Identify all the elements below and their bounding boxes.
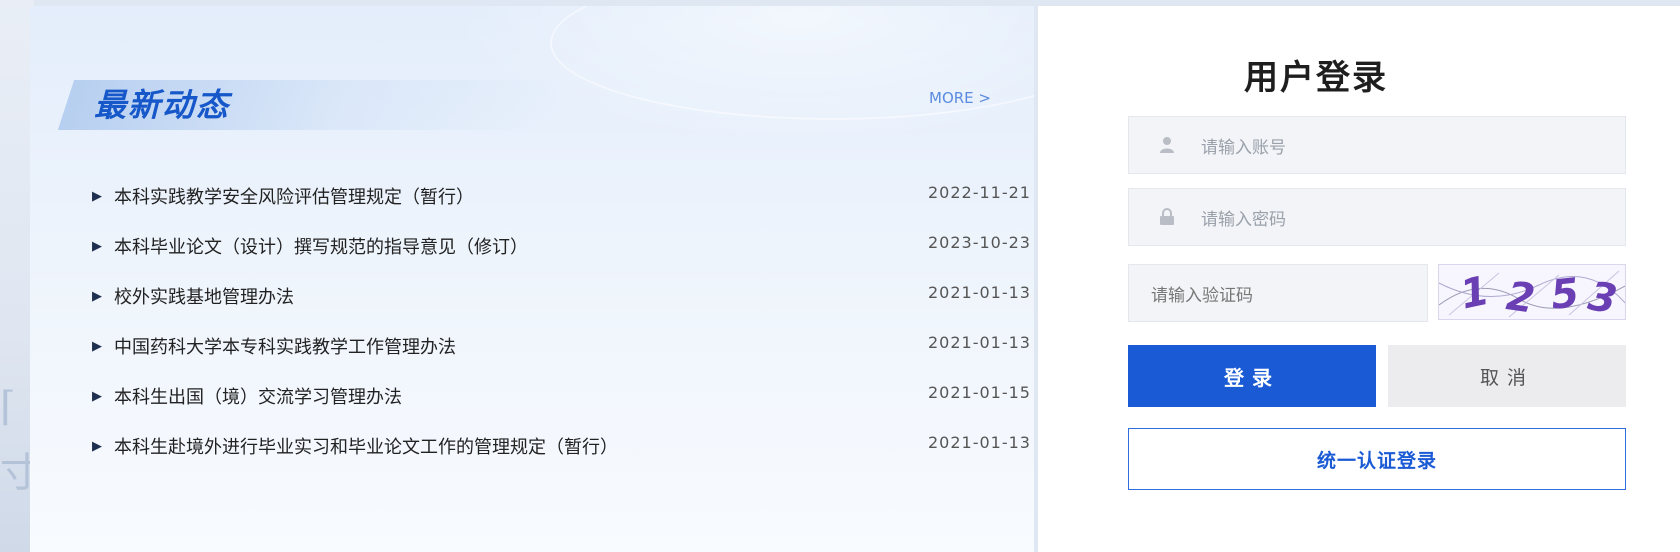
bullet-icon: ▶ [92,238,102,254]
news-item-title[interactable]: 本科实践教学安全风险评估管理规定（暂行） [114,183,474,209]
news-panel: 最新动态 MORE > ▶ 本科实践教学安全风险评估管理规定（暂行） 2022-… [30,6,1034,552]
account-field[interactable]: 请输入账号 [1128,116,1626,174]
news-item[interactable]: ▶ 本科生出国（境）交流学习管理办法 2021-01-15 [92,371,1032,421]
news-item-date: 2021-01-15 [928,383,1031,402]
password-input[interactable]: 请输入密码 [1201,205,1286,230]
lock-icon [1155,208,1179,226]
account-input[interactable]: 请输入账号 [1201,133,1286,158]
background-strip: ⌈ 寸 [0,0,40,552]
captcha-digits: 1253 [1456,268,1620,320]
sso-login-button[interactable]: 统一认证登录 [1128,428,1626,490]
bullet-icon: ▶ [92,438,102,454]
news-item-title[interactable]: 中国药科大学本专科实践教学工作管理办法 [114,333,456,359]
news-item-date: 2021-01-13 [928,283,1031,302]
news-item-date: 2022-11-21 [928,183,1031,202]
news-title: 最新动态 [94,86,231,124]
bullet-icon: ▶ [92,188,102,204]
news-item-title[interactable]: 本科生出国（境）交流学习管理办法 [114,383,402,409]
news-item-date: 2021-01-13 [928,333,1031,352]
bullet-icon: ▶ [92,288,102,304]
news-item[interactable]: ▶ 本科实践教学安全风险评估管理规定（暂行） 2022-11-21 [92,171,1032,221]
bullet-icon: ▶ [92,388,102,404]
password-field[interactable]: 请输入密码 [1128,188,1626,246]
news-item[interactable]: ▶ 本科生赴境外进行毕业实习和毕业论文工作的管理规定（暂行） 2021-01-1… [92,421,1032,471]
captcha-image[interactable]: 1253 [1438,264,1626,320]
login-panel: 用户登录 请输入账号 请输入密码 请输入验证码 1253 登录 取消 统一认证登… [1038,6,1680,552]
news-item[interactable]: ▶ 中国药科大学本专科实践教学工作管理办法 2021-01-13 [92,321,1032,371]
captcha-digit: 5 [1549,270,1581,319]
news-item-title[interactable]: 本科毕业论文（设计）撰写规范的指导意见（修订） [114,233,528,259]
captcha-field[interactable]: 请输入验证码 [1128,264,1428,322]
news-item[interactable]: ▶ 校外实践基地管理办法 2021-01-13 [92,271,1032,321]
news-list: ▶ 本科实践教学安全风险评估管理规定（暂行） 2022-11-21 ▶ 本科毕业… [92,171,1032,471]
cancel-button[interactable]: 取消 [1388,345,1626,407]
news-item-date: 2021-01-13 [928,433,1031,452]
news-item-title[interactable]: 校外实践基地管理办法 [114,283,294,309]
background-glyph: ⌈ [0,384,16,430]
bullet-icon: ▶ [92,338,102,354]
captcha-input[interactable]: 请输入验证码 [1151,281,1253,306]
login-title: 用户登录 [1244,58,1388,98]
news-item-date: 2023-10-23 [928,233,1031,252]
captcha-digit: 2 [1504,273,1538,320]
more-link[interactable]: MORE > [929,89,991,107]
captcha-digit: 1 [1456,268,1493,319]
news-item[interactable]: ▶ 本科毕业论文（设计）撰写规范的指导意见（修订） 2023-10-23 [92,221,1032,271]
captcha-digit: 3 [1585,273,1620,320]
news-item-title[interactable]: 本科生赴境外进行毕业实习和毕业论文工作的管理规定（暂行） [114,433,618,459]
user-icon [1155,136,1179,154]
login-button[interactable]: 登录 [1128,345,1376,407]
